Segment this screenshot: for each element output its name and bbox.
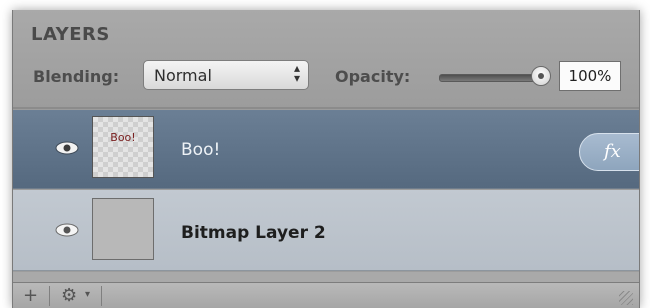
panel-footer: + ⚙ ▾ — [13, 282, 639, 308]
layer-thumbnail[interactable]: Boo! — [92, 116, 154, 178]
thumbnail-text: Boo! — [110, 131, 136, 144]
eye-icon[interactable] — [55, 223, 79, 237]
panel-title: LAYERS — [31, 24, 110, 45]
fx-icon[interactable]: fx — [579, 133, 639, 171]
divider — [13, 107, 639, 109]
gear-icon[interactable]: ⚙ — [61, 285, 77, 306]
layer-name[interactable]: Boo! — [181, 140, 220, 160]
opacity-label: Opacity: — [335, 67, 411, 86]
layer-row-boo[interactable]: Boo! Boo! fx — [13, 110, 639, 189]
eye-icon[interactable] — [55, 141, 79, 155]
opacity-field[interactable]: 100% — [559, 61, 621, 91]
layers-empty-area — [13, 272, 639, 282]
layers-panel: LAYERS Blending: Normal ▴ ▾ Opacity: 100%… — [12, 10, 640, 308]
slider-knob-dot — [538, 73, 544, 79]
layer-row-bitmap-layer-2[interactable]: Bitmap Layer 2 — [13, 190, 639, 271]
resize-grip-icon[interactable] — [619, 291, 633, 305]
layer-thumbnail[interactable] — [92, 198, 154, 260]
blending-label: Blending: — [33, 67, 120, 86]
blending-select[interactable]: Normal ▴ ▾ — [143, 60, 309, 90]
footer-separator — [49, 286, 50, 306]
select-arrows-icon: ▴ ▾ — [293, 61, 300, 85]
layer-name[interactable]: Bitmap Layer 2 — [181, 223, 326, 243]
blending-value: Normal — [154, 66, 212, 85]
add-layer-button[interactable]: + — [23, 285, 38, 306]
footer-separator — [101, 286, 102, 306]
chevron-down-icon[interactable]: ▾ — [85, 289, 90, 300]
opacity-slider-knob[interactable] — [531, 66, 551, 86]
